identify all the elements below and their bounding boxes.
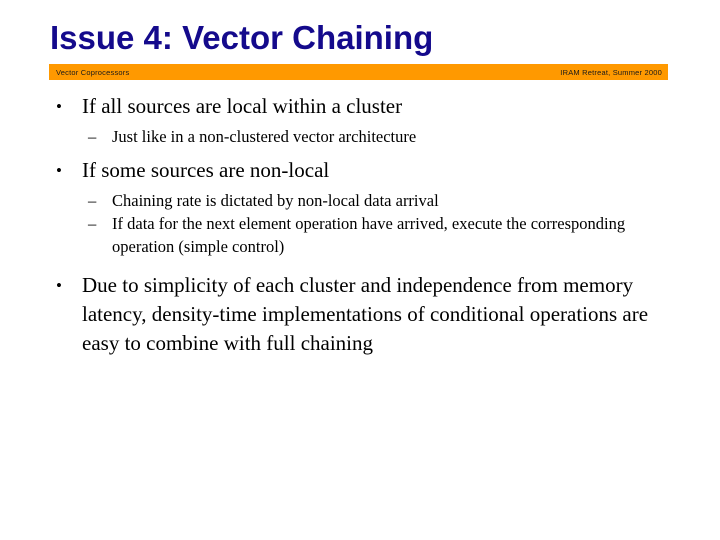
bullet-text: If data for the next element operation h… xyxy=(112,214,626,256)
header-bar-right-label: IRAM Retreat, Summer 2000 xyxy=(560,67,662,77)
bullet-item-level2: – Chaining rate is dictated by non-local… xyxy=(0,189,720,212)
bullet-item-level2: – Just like in a non-clustered vector ar… xyxy=(0,125,720,148)
dash-marker-icon: – xyxy=(88,214,97,233)
dash-marker-icon: – xyxy=(88,191,97,210)
slide-header-bar: Vector Coprocessors IRAM Retreat, Summer… xyxy=(49,64,668,80)
dash-marker-icon: – xyxy=(88,127,97,146)
bullet-marker-icon: • xyxy=(56,276,62,295)
bullet-text: If all sources are local within a cluste… xyxy=(82,94,403,118)
slide-body: • If all sources are local within a clus… xyxy=(0,92,720,358)
bullet-item-level1: • If all sources are local within a clus… xyxy=(0,92,720,121)
header-bar-left-label: Vector Coprocessors xyxy=(56,67,130,77)
bullet-text: Due to simplicity of each cluster and in… xyxy=(82,273,649,355)
bullet-marker-icon: • xyxy=(56,161,62,180)
slide-canvas: Issue 4: Vector Chaining Vector Coproces… xyxy=(0,0,720,540)
page-title: Issue 4: Vector Chaining xyxy=(50,19,434,56)
bullet-text: If some sources are non-local xyxy=(82,158,330,182)
bullet-text: Chaining rate is dictated by non-local d… xyxy=(112,191,439,210)
bullet-text: Just like in a non-clustered vector arch… xyxy=(112,127,417,146)
bullet-marker-icon: • xyxy=(56,97,62,116)
bullet-item-level2: – If data for the next element operation… xyxy=(0,212,720,258)
bullet-item-level1: • If some sources are non-local xyxy=(0,156,720,185)
bullet-item-level1: • Due to simplicity of each cluster and … xyxy=(0,271,720,358)
